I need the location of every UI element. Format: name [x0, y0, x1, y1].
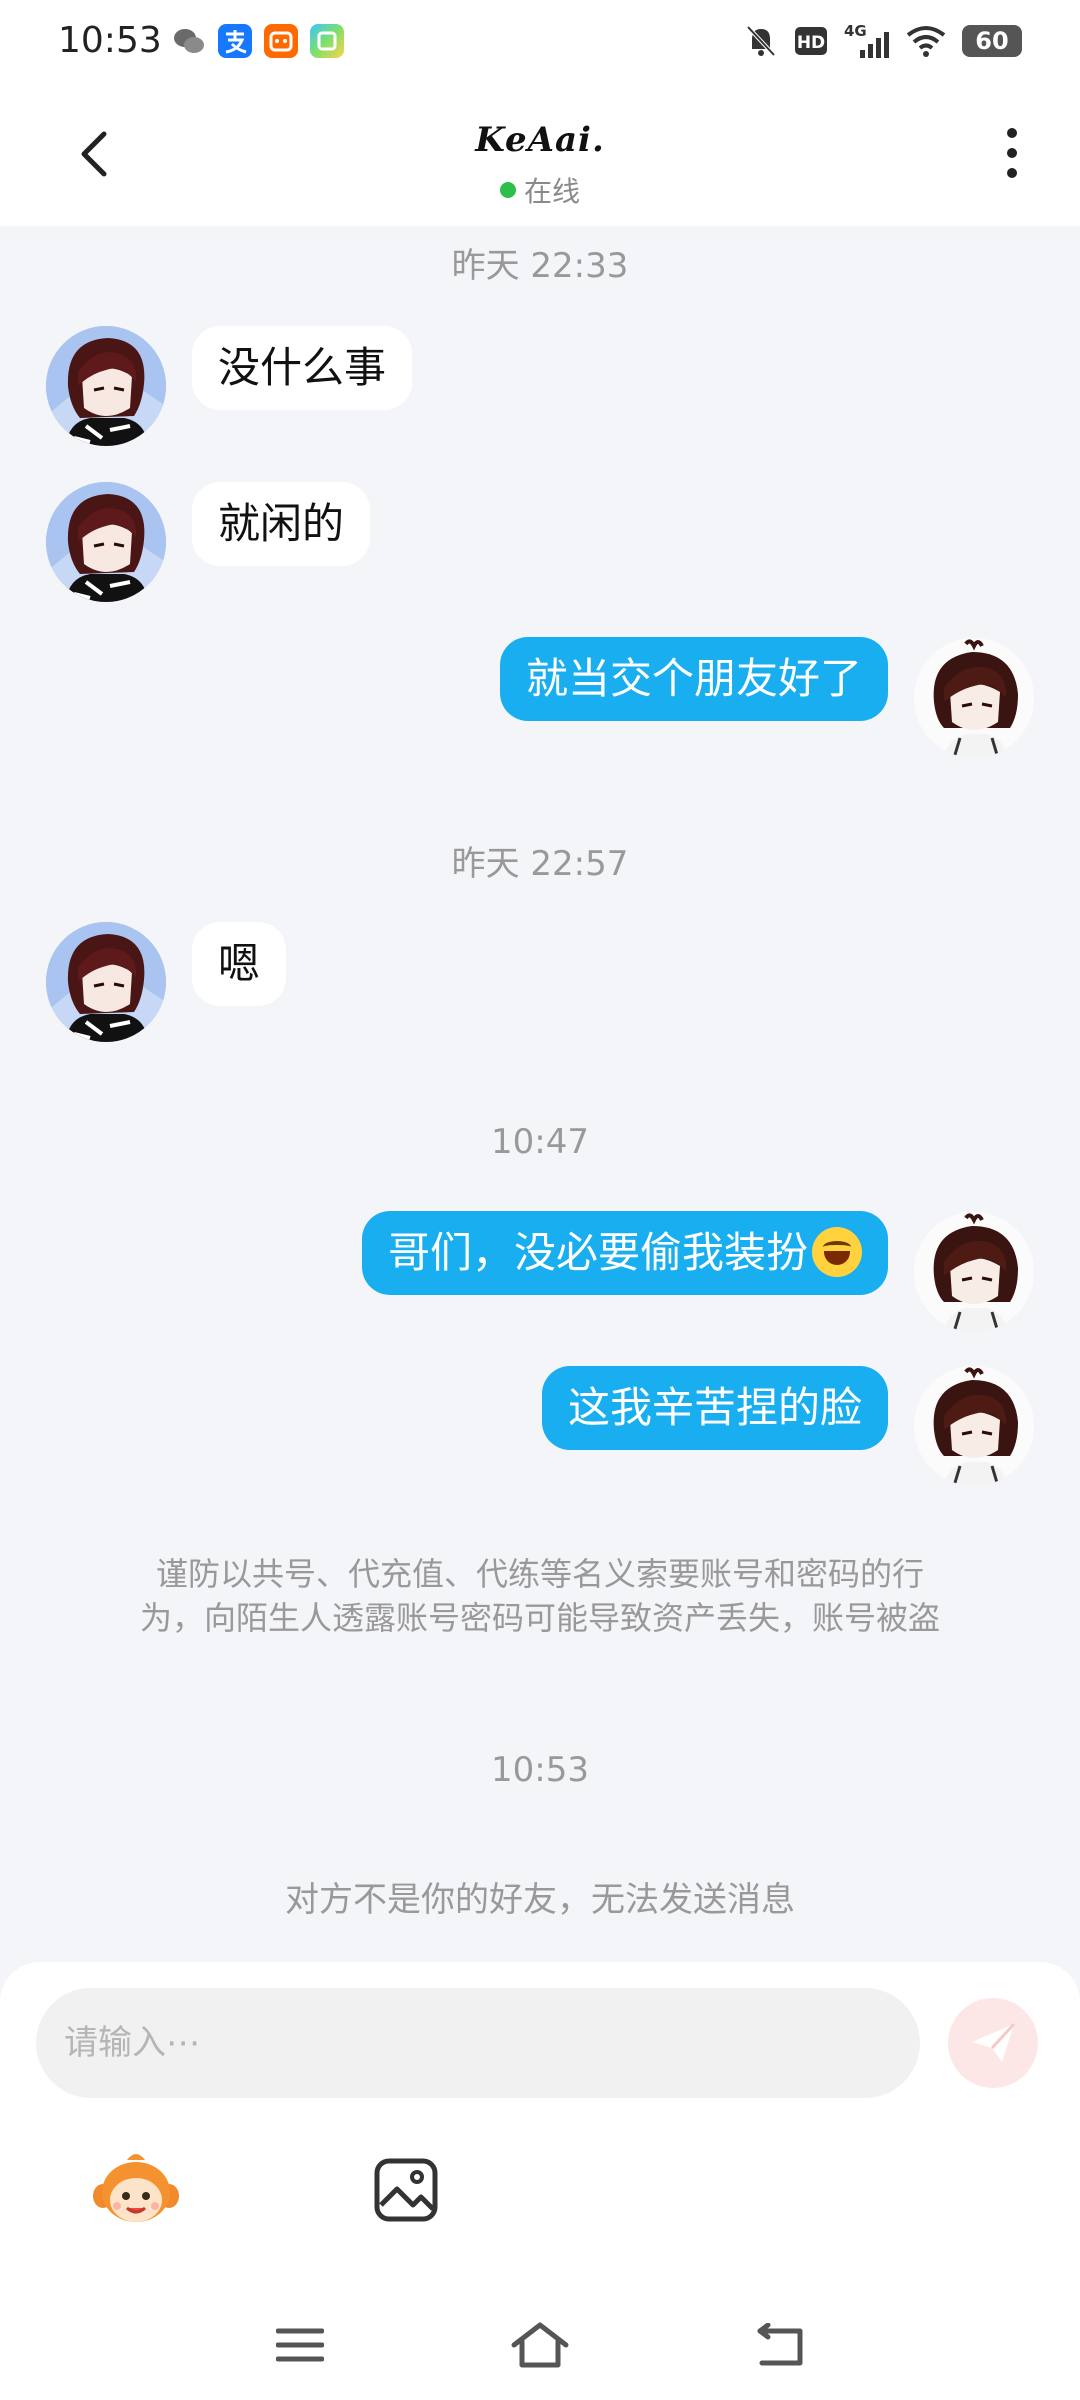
system-nav-bar: [0, 2290, 1080, 2400]
message-bubble-received[interactable]: 嗯: [192, 922, 287, 1006]
status-time: 10:53: [58, 20, 162, 61]
chat-header: KeAai. 在线: [0, 84, 1080, 226]
status-app-icons: [172, 24, 344, 58]
menu-button[interactable]: [255, 2315, 345, 2375]
dot: [1007, 168, 1017, 178]
back-nav-button[interactable]: [735, 2315, 825, 2375]
image-icon: [374, 2158, 438, 2222]
timestamp: 昨天 22:57: [451, 844, 629, 884]
menu-icon: [276, 2328, 324, 2362]
monkey-mascot-icon: [93, 2154, 179, 2222]
contact-avatar[interactable]: [46, 922, 166, 1042]
self-avatar[interactable]: [914, 638, 1034, 758]
more-options-button[interactable]: [1000, 128, 1024, 188]
timestamp: 10:47: [491, 1122, 589, 1162]
dot: [1007, 128, 1017, 138]
return-icon: [757, 2323, 803, 2366]
mute-bell-icon: [744, 22, 778, 60]
message-text: 哥们，没必要偷我装扮: [387, 1228, 808, 1277]
message-bubble-sent[interactable]: 这我辛苦捏的脸: [541, 1366, 888, 1450]
contact-avatar[interactable]: [46, 326, 166, 446]
online-dot-icon: [499, 182, 516, 198]
grinning-sweat-emoji-icon: [812, 1226, 862, 1277]
signal-4g-icon: 4G: [844, 22, 890, 60]
warning-line: 谨防以共号、代充值、代练等名义索要账号和密码的行: [155, 1555, 924, 1593]
paper-plane-icon: [972, 2022, 1016, 2062]
home-icon: [511, 2322, 569, 2368]
svg-text:HD: HD: [797, 33, 825, 53]
home-button[interactable]: [495, 2315, 585, 2375]
image-button[interactable]: [356, 2140, 456, 2240]
presence-status: 在线: [0, 170, 1080, 210]
sticker-button[interactable]: [86, 2140, 186, 2240]
contact-name: KeAai.: [475, 120, 605, 160]
self-avatar[interactable]: [914, 1212, 1034, 1332]
not-friend-notice: 对方不是你的好友，无法发送消息: [285, 1880, 795, 1920]
contact-avatar[interactable]: [46, 482, 166, 602]
taobao-icon: [264, 24, 298, 58]
status-bar: 10:53 HD 4G 60: [0, 0, 1080, 84]
message-bubble-sent[interactable]: 就当交个朋友好了: [499, 637, 888, 721]
hd-icon: HD: [794, 22, 828, 60]
timestamp: 昨天 22:33: [451, 246, 629, 286]
wechat-icon: [172, 24, 206, 58]
status-indicators: HD 4G 60: [744, 22, 1022, 60]
wifi-icon: [906, 22, 946, 60]
presence-label: 在线: [523, 175, 580, 208]
security-warning: 谨防以共号、代充值、代练等名义索要账号和密码的行 为，向陌生人透露账号密码可能导…: [80, 1552, 1000, 1640]
message-bubble-received[interactable]: 没什么事: [192, 326, 413, 410]
app-store-icon: [310, 24, 344, 58]
send-button[interactable]: [948, 1998, 1038, 2088]
alipay-icon: [218, 24, 252, 58]
svg-text:4G: 4G: [844, 22, 867, 40]
self-avatar[interactable]: [914, 1366, 1034, 1486]
message-bubble-received[interactable]: 就闲的: [192, 482, 371, 566]
message-input-container[interactable]: [36, 1988, 920, 2098]
battery-icon: 60: [962, 25, 1022, 57]
timestamp: 10:53: [491, 1750, 589, 1790]
message-input[interactable]: [36, 1988, 920, 2098]
dot: [1007, 148, 1017, 158]
message-bubble-sent[interactable]: 哥们，没必要偷我装扮: [361, 1211, 888, 1295]
warning-line: 为，向陌生人透露账号密码可能导致资产丢失，账号被盗: [139, 1599, 940, 1637]
